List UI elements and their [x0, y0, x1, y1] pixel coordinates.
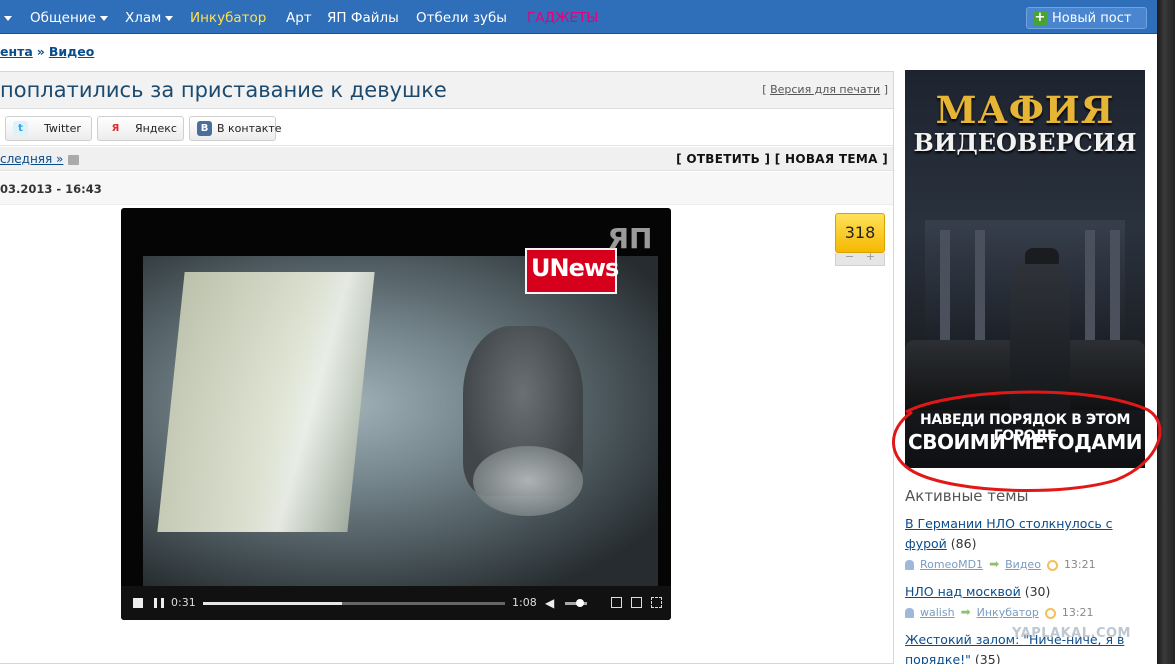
chevron-down-icon — [165, 15, 174, 21]
topic-reply-count: (35) — [974, 652, 1001, 664]
volume-slider[interactable] — [565, 599, 587, 607]
topic-section-link[interactable]: Видео — [1005, 558, 1041, 571]
nav-item-otbeli-zuby[interactable]: Отбели зубы — [416, 10, 507, 26]
twitter-label: Twitter — [44, 122, 81, 135]
date-bar: 03.2013 - 16:43 — [0, 172, 893, 205]
user-icon — [905, 608, 914, 618]
topic-time: 13:21 — [1061, 606, 1094, 619]
total-time: 1:08 — [512, 596, 537, 609]
unews-logo: UNews — [525, 248, 619, 294]
window-edge — [1157, 0, 1175, 664]
topic-author-link[interactable]: walish — [920, 606, 955, 619]
nav-item-yap-files[interactable]: ЯП Файлы — [327, 10, 399, 26]
yandex-share-button[interactable]: Я Яндекс — [97, 116, 184, 141]
nav-item-inkubator[interactable]: Инкубатор — [190, 10, 266, 26]
breadcrumb-separator: » — [36, 44, 45, 59]
title-bar: поплатились за приставание к девушке [ В… — [0, 72, 893, 109]
active-topic-item: В Германии НЛО столкнулось с фурой (86) — [905, 514, 1145, 554]
reply-new-topic-actions[interactable]: [ ОТВЕТИТЬ ] [ НОВАЯ ТЕМА ] — [676, 152, 888, 166]
pip-icon[interactable] — [631, 597, 642, 608]
share-bar: t Twitter Я Яндекс В В контакте — [0, 110, 893, 146]
topic-section-link[interactable]: Инкубатор — [977, 606, 1039, 619]
reply-bar: следняя » [ ОТВЕТИТЬ ] [ НОВАЯ ТЕМА ] — [0, 147, 893, 171]
yandex-icon: Я — [111, 123, 120, 134]
print-version: [ Версия для печати ] — [762, 83, 888, 96]
rating-score: 318 — [835, 213, 885, 253]
vkontakte-share-button[interactable]: В В контакте — [189, 116, 282, 141]
video-controls: 0:31 1:08 ◀ — [121, 586, 671, 620]
topic-meta: walish ➡ Инкубатор 13:21 — [905, 605, 1094, 619]
ad-hat — [1025, 248, 1059, 264]
yandex-label: Яндекс — [135, 122, 177, 135]
nav-item-art[interactable]: Арт — [286, 10, 312, 26]
vkontakte-icon: В — [197, 121, 212, 136]
chevron-down-icon — [4, 15, 13, 21]
top-navigation: а Общение Хлам Инкубатор Арт ЯП Файлы От… — [0, 0, 1157, 34]
ad-column — [975, 230, 985, 340]
ad-subtitle: ВИДЕОВЕРСИЯ — [913, 128, 1137, 157]
video-scene-figure-2 — [473, 446, 583, 516]
user-icon — [905, 560, 914, 570]
ad-title: МАФИЯ — [935, 88, 1115, 132]
nav-item-obshchenie[interactable]: Общение — [30, 10, 108, 26]
pause-button[interactable] — [154, 598, 164, 608]
ad-column — [1085, 230, 1095, 340]
seek-progress — [203, 602, 342, 605]
page-title: поплатились за приставание к девушке — [0, 78, 447, 102]
new-post-button[interactable]: + Новый пост — [1026, 7, 1147, 29]
twitter-icon: t — [13, 121, 28, 136]
last-page-label[interactable]: следняя » — [0, 152, 63, 166]
seek-bar[interactable] — [203, 602, 505, 605]
breadcrumb: ента » Видео — [0, 44, 94, 59]
chevron-down-icon — [99, 15, 108, 21]
clock-icon — [1044, 607, 1056, 619]
nav-item-gadzhety[interactable]: ГАДЖЕТЫ — [527, 10, 598, 26]
topic-meta: RomeoMD1 ➡ Видео 13:21 — [905, 557, 1096, 571]
active-topics-title: Активные темы — [905, 487, 1029, 505]
page-icon — [68, 154, 80, 165]
topic-reply-count: (30) — [1024, 584, 1051, 599]
bracket-close: ] — [883, 83, 888, 96]
video-scene-wall — [157, 272, 375, 532]
stop-button[interactable] — [133, 598, 143, 608]
post-date: 03.2013 - 16:43 — [0, 182, 102, 196]
rating-votes: − + — [835, 250, 885, 266]
playlist-icon[interactable] — [611, 597, 622, 608]
topic-author-link[interactable]: RomeoMD1 — [920, 558, 983, 571]
post-rating: 318 − + — [835, 213, 885, 267]
site-watermark: YAPLAKAL.COM — [1012, 626, 1131, 641]
volume-icon[interactable]: ◀ — [545, 597, 557, 609]
current-time: 0:31 — [171, 596, 196, 609]
red-circle-annotation — [892, 390, 1162, 492]
topic-link[interactable]: В Германии НЛО столкнулось с фурой — [905, 516, 1113, 551]
vkontakte-label: В контакте — [217, 122, 282, 135]
breadcrumb-link-lenta[interactable]: ента — [0, 44, 33, 59]
topic-link[interactable]: НЛО над москвой — [905, 584, 1021, 599]
ad-column — [1110, 230, 1120, 340]
fullscreen-icon[interactable] — [651, 597, 662, 608]
active-topic-item: НЛО над москвой (30) — [905, 582, 1145, 602]
clock-icon — [1046, 559, 1058, 571]
video-frame — [143, 256, 658, 586]
vote-up-button[interactable]: + — [866, 250, 875, 263]
bracket-open: [ — [762, 83, 767, 96]
arrow-right-icon: ➡ — [989, 557, 1000, 571]
arrow-right-icon: ➡ — [960, 605, 971, 619]
volume-knob[interactable] — [576, 599, 585, 607]
nav-item-0[interactable]: а — [0, 10, 13, 26]
ad-column — [940, 230, 950, 340]
nav-item-khlam[interactable]: Хлам — [125, 10, 174, 26]
last-page-link[interactable]: следняя » — [0, 152, 80, 166]
vote-down-button[interactable]: − — [845, 250, 854, 263]
topic-time: 13:21 — [1063, 558, 1096, 571]
topic-reply-count: (86) — [950, 536, 977, 551]
twitter-share-button[interactable]: t Twitter — [5, 116, 92, 141]
print-version-link[interactable]: Версия для печати — [770, 83, 880, 96]
site-watermark-logo: ЯП — [607, 222, 653, 255]
breadcrumb-link-video[interactable]: Видео — [49, 44, 94, 59]
video-player[interactable]: UNews ЯП 0:31 1:08 ◀ — [121, 208, 671, 620]
new-post-label: Новый пост — [1052, 11, 1132, 26]
plus-icon: + — [1033, 10, 1047, 25]
